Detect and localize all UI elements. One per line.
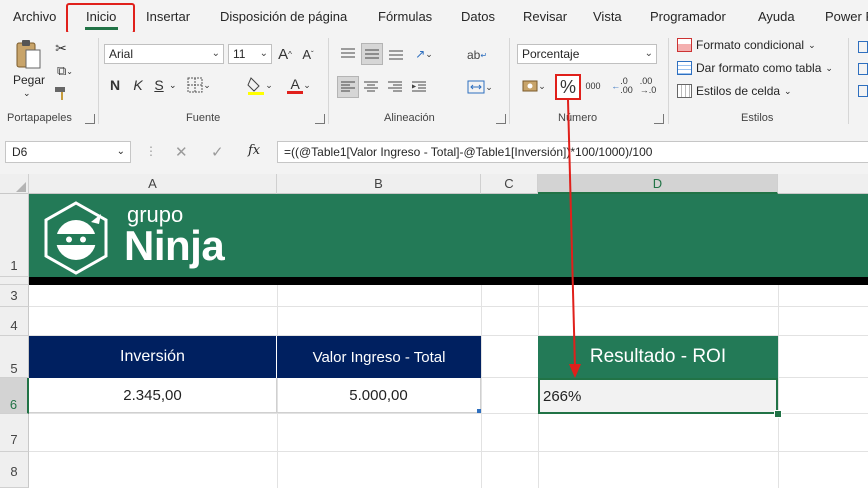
- annotation-arrow: [567, 99, 581, 378]
